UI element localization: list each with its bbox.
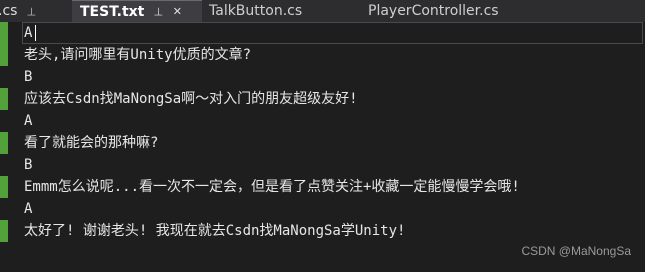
editor-line[interactable]: B [0,154,645,176]
change-marker [0,176,8,198]
line-text: B [24,157,33,173]
tab-test-txt[interactable]: TEST.txt ⊣ ✕ [72,0,202,22]
editor-window: .cs ⊣ TEST.txt ⊣ ✕ TalkButton.cs PlayerC… [0,0,645,272]
editor-line[interactable]: B [0,66,645,88]
line-text: B [24,69,33,85]
line-text: Emmm怎么说呢...看一次不一定会，但是看了点赞关注+收藏一定能慢慢学会哦! [24,179,520,195]
line-text: 老头,请问哪里有Unity优质的文章? [24,47,252,63]
tab-bar: .cs ⊣ TEST.txt ⊣ ✕ TalkButton.cs PlayerC… [0,0,645,22]
watermark: CSDN @MaNongSa [521,244,631,258]
tab-partial-cs[interactable]: .cs ⊣ [0,0,72,22]
editor-line[interactable]: Emmm怎么说呢...看一次不一定会，但是看了点赞关注+收藏一定能慢慢学会哦! [0,176,645,198]
line-text: A [24,25,33,41]
tab-label: PlayerController.cs [368,3,499,19]
change-marker [0,132,8,154]
tab-playercontroller-cs[interactable]: PlayerController.cs [356,0,616,22]
line-text: 应该去Csdn找MaNongSa啊～对入门的朋友超级友好! [24,91,358,107]
current-line-highlight [22,22,643,44]
line-text: 看了就能会的那种嘛? [24,135,159,151]
editor-line[interactable]: A [0,110,645,132]
pin-icon[interactable]: ⊣ [150,5,164,19]
tab-label: .cs [0,3,18,19]
tab-label: TalkButton.cs [209,3,303,19]
tab-label: TEST.txt [80,3,145,20]
editor-line[interactable]: 应该去Csdn找MaNongSa啊～对入门的朋友超级友好! [0,88,645,110]
text-editor[interactable]: A 老头,请问哪里有Unity优质的文章? B 应该去Csdn找MaNongSa… [0,22,645,272]
editor-line[interactable]: 太好了! 谢谢老头! 我现在就去Csdn找MaNongSa学Unity! [0,220,645,242]
editor-line[interactable]: 老头,请问哪里有Unity优质的文章? [0,44,645,66]
tab-talkbutton-cs[interactable]: TalkButton.cs [202,0,356,22]
change-marker [0,22,8,44]
line-text: A [24,201,33,217]
editor-line[interactable]: A [0,22,645,44]
editor-line[interactable]: 看了就能会的那种嘛? [0,132,645,154]
line-text: A [24,113,33,129]
change-marker [0,44,8,66]
change-marker [0,88,8,110]
change-marker [0,220,8,242]
editor-line[interactable]: A [0,198,645,220]
line-text: 太好了! 谢谢老头! 我现在就去Csdn找MaNongSa学Unity! [24,223,406,239]
pin-icon[interactable]: ⊣ [23,4,37,18]
close-icon[interactable]: ✕ [170,5,184,19]
text-caret [35,25,36,41]
